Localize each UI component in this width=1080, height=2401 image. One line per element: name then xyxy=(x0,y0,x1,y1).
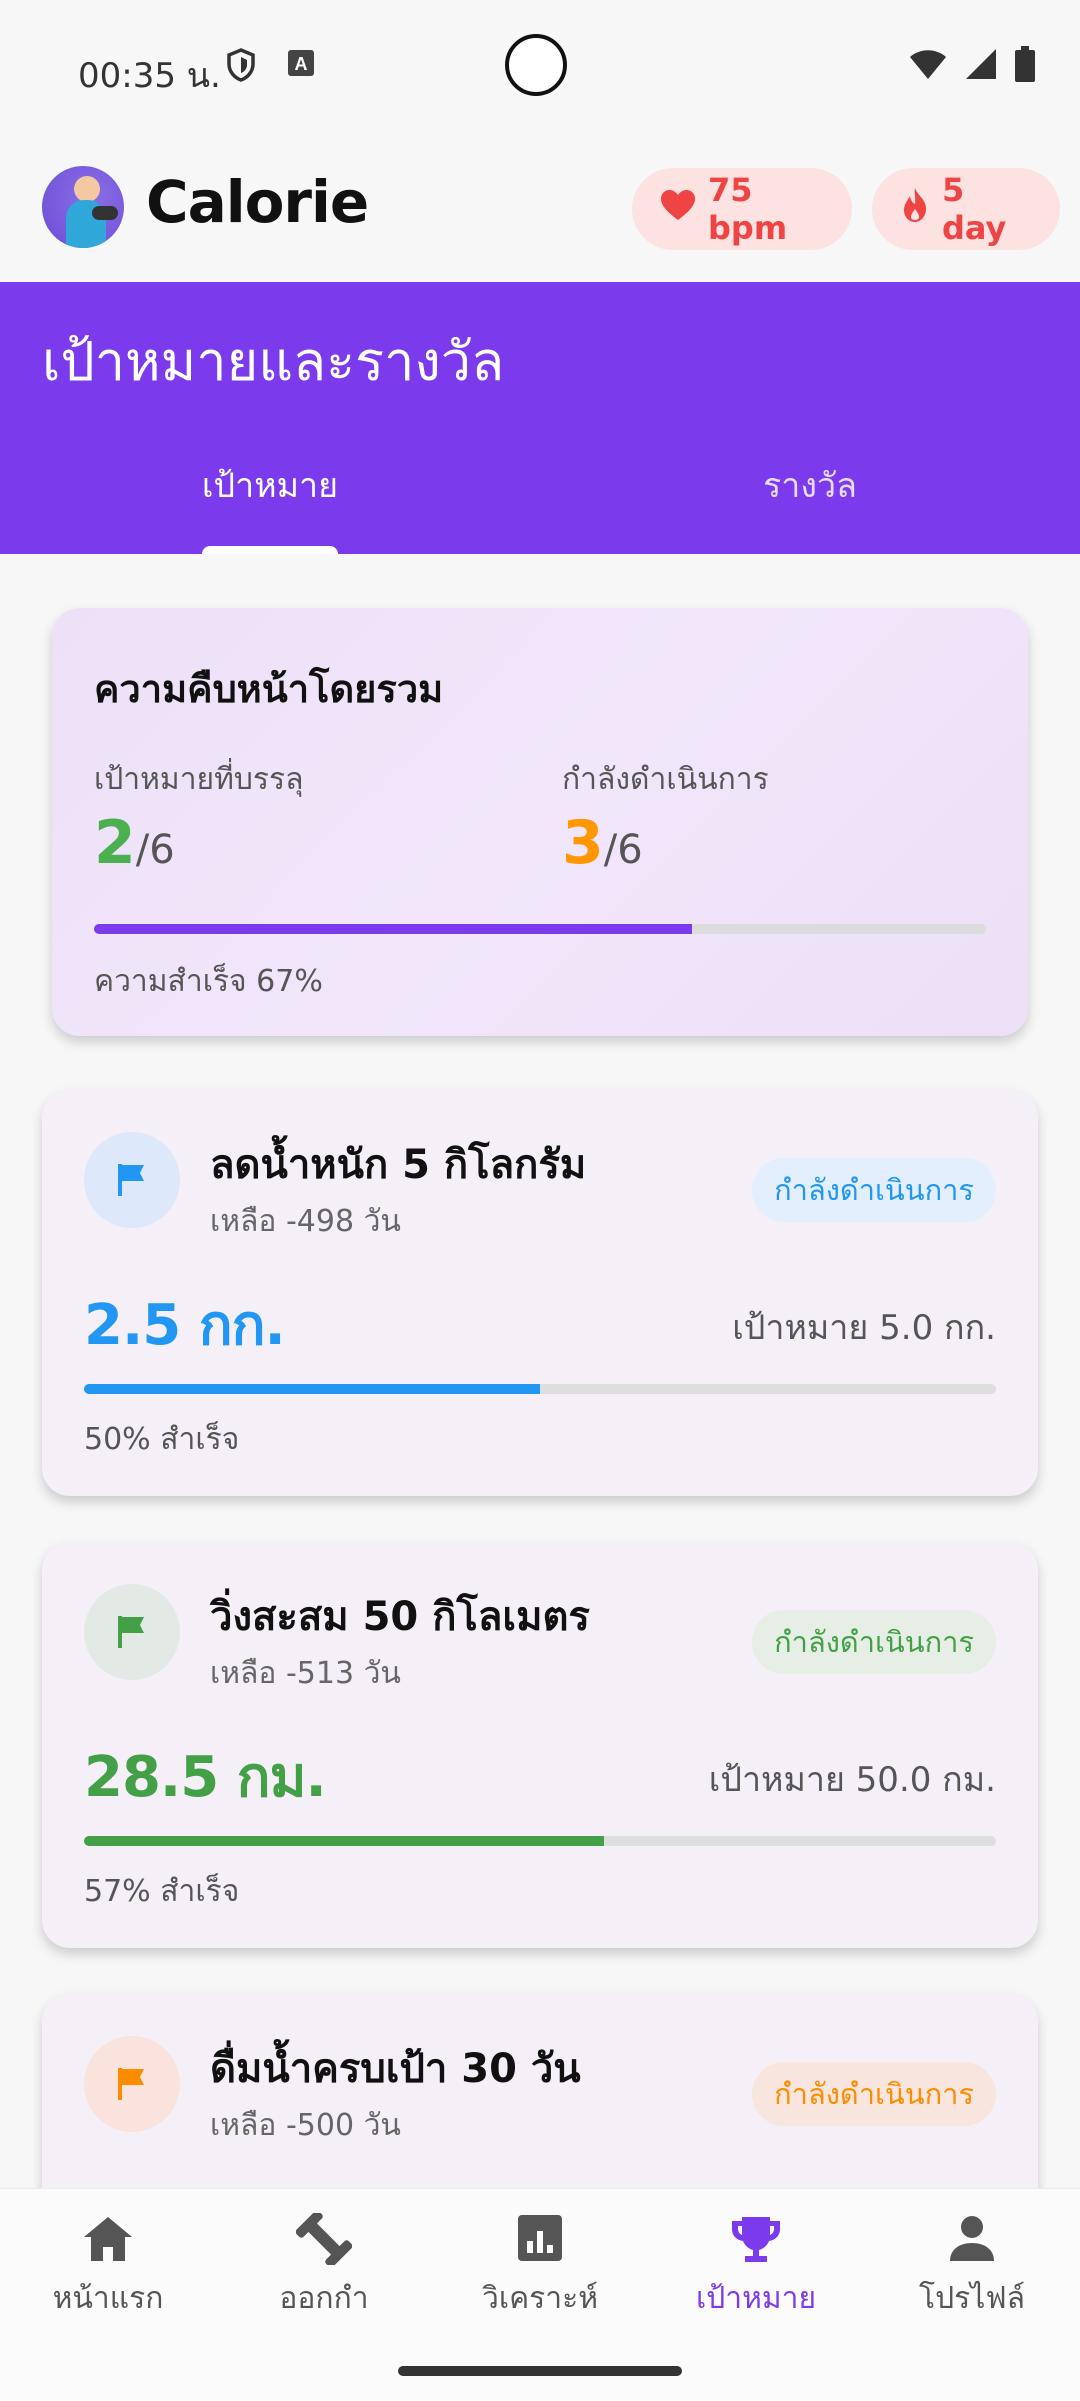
goal-percent: 50% สำเร็จ xyxy=(84,1422,240,1457)
achieved-count: 2/6 xyxy=(94,808,175,878)
goal-current-value: 2.5 กก. xyxy=(84,1293,286,1358)
flag-icon xyxy=(84,2036,180,2132)
active-tab-indicator xyxy=(202,546,338,554)
battery-icon xyxy=(1014,46,1036,86)
home-icon xyxy=(84,2217,132,2261)
home-indicator[interactable] xyxy=(398,2366,682,2376)
overall-progress-bar xyxy=(94,924,986,934)
status-bar: 00:35 น. A xyxy=(0,0,1080,140)
svg-text:A: A xyxy=(295,54,308,74)
flag-icon xyxy=(84,1132,180,1228)
streak-value: 5 day xyxy=(942,171,1007,247)
overall-progress-title: ความคืบหน้าโดยรวม xyxy=(94,667,444,711)
status-badge: กำลังดำเนินการ xyxy=(752,1610,996,1674)
nav-label: วิเคราะห์ xyxy=(481,2281,598,2316)
a-badge-icon: A xyxy=(286,48,316,82)
overall-progress-fill xyxy=(94,924,692,934)
goal-remaining: เหลือ -498 วัน xyxy=(210,1204,401,1239)
heart-rate-value: 75 bpm xyxy=(708,171,788,247)
in-progress-value: 3 xyxy=(562,808,604,878)
goal-progress-fill xyxy=(84,1836,604,1846)
goal-target: เป้าหมาย 5.0 กก. xyxy=(732,1308,996,1348)
nav-label: ออกกำ xyxy=(279,2281,369,2316)
tab-rewards[interactable]: รางวัล xyxy=(540,458,1080,512)
status-time: 00:35 น. xyxy=(78,56,221,96)
in-progress-total: /6 xyxy=(603,827,643,873)
goal-remaining: เหลือ -500 วัน xyxy=(210,2108,401,2143)
nav-home[interactable]: หน้าแรก xyxy=(0,2213,216,2322)
goal-title: ดื่มน้ำครบเป้า 30 วัน xyxy=(210,2046,581,2092)
nav-workout[interactable]: ออกกำ xyxy=(216,2213,432,2322)
dumbbell-icon xyxy=(296,2213,352,2265)
goal-progress-bar xyxy=(84,1836,996,1846)
goal-current-value: 28.5 กม. xyxy=(84,1745,327,1810)
page-header: เป้าหมายและรางวัล เป้าหมาย รางวัล xyxy=(0,282,1080,554)
nav-label: เป้าหมาย xyxy=(695,2281,817,2316)
heart-icon xyxy=(660,189,696,229)
shield-icon xyxy=(226,48,256,86)
goal-remaining: เหลือ -513 วัน xyxy=(210,1656,401,1691)
achieved-label: เป้าหมายที่บรรลุ xyxy=(94,762,304,797)
achieved-total: /6 xyxy=(135,827,175,873)
trophy-icon xyxy=(732,2217,780,2262)
overall-progress-text: ความสำเร็จ 67% xyxy=(94,964,323,999)
nav-analytics[interactable]: วิเคราะห์ xyxy=(432,2213,648,2322)
tab-goals[interactable]: เป้าหมาย xyxy=(0,458,540,512)
signal-icon xyxy=(964,47,998,85)
goal-progress-bar xyxy=(84,1384,996,1394)
achieved-value: 2 xyxy=(94,808,136,878)
analytics-icon xyxy=(518,2215,562,2261)
in-progress-count: 3/6 xyxy=(562,808,643,878)
app-title: Calorie xyxy=(146,168,369,236)
overall-progress-card: ความคืบหน้าโดยรวม เป้าหมายที่บรรลุ 2/6 ก… xyxy=(52,608,1028,1036)
front-camera xyxy=(505,34,567,96)
in-progress-label: กำลังดำเนินการ xyxy=(562,762,769,797)
nav-label: โปรไฟล์ xyxy=(919,2281,1025,2316)
app-logo xyxy=(42,166,124,248)
status-badge: กำลังดำเนินการ xyxy=(752,2062,996,2126)
streak-chip[interactable]: 5 day xyxy=(872,168,1060,250)
goal-title: วิ่งสะสม 50 กิโลเมตร xyxy=(210,1594,590,1640)
flag-icon xyxy=(84,1584,180,1680)
heart-rate-chip[interactable]: 75 bpm xyxy=(632,168,852,250)
wifi-icon xyxy=(908,47,948,85)
app-bar: Calorie 75 bpm 5 day xyxy=(0,140,1080,282)
fire-icon xyxy=(900,187,930,231)
nav-goals[interactable]: เป้าหมาย xyxy=(648,2213,864,2322)
status-badge: กำลังดำเนินการ xyxy=(752,1158,996,1222)
nav-profile[interactable]: โปรไฟล์ xyxy=(864,2213,1080,2322)
page-title: เป้าหมายและรางวัล xyxy=(42,330,505,393)
goal-target: เป้าหมาย 50.0 กม. xyxy=(708,1760,996,1800)
goal-percent: 57% สำเร็จ xyxy=(84,1874,240,1909)
goal-card[interactable]: วิ่งสะสม 50 กิโลเมตร เหลือ -513 วัน กำลั… xyxy=(42,1542,1038,1948)
goal-progress-fill xyxy=(84,1384,540,1394)
person-icon xyxy=(950,2216,994,2261)
nav-label: หน้าแรก xyxy=(52,2281,164,2316)
goal-card[interactable]: ลดน้ำหนัก 5 กิโลกรัม เหลือ -498 วัน กำลั… xyxy=(42,1090,1038,1496)
goal-title: ลดน้ำหนัก 5 กิโลกรัม xyxy=(210,1142,587,1188)
